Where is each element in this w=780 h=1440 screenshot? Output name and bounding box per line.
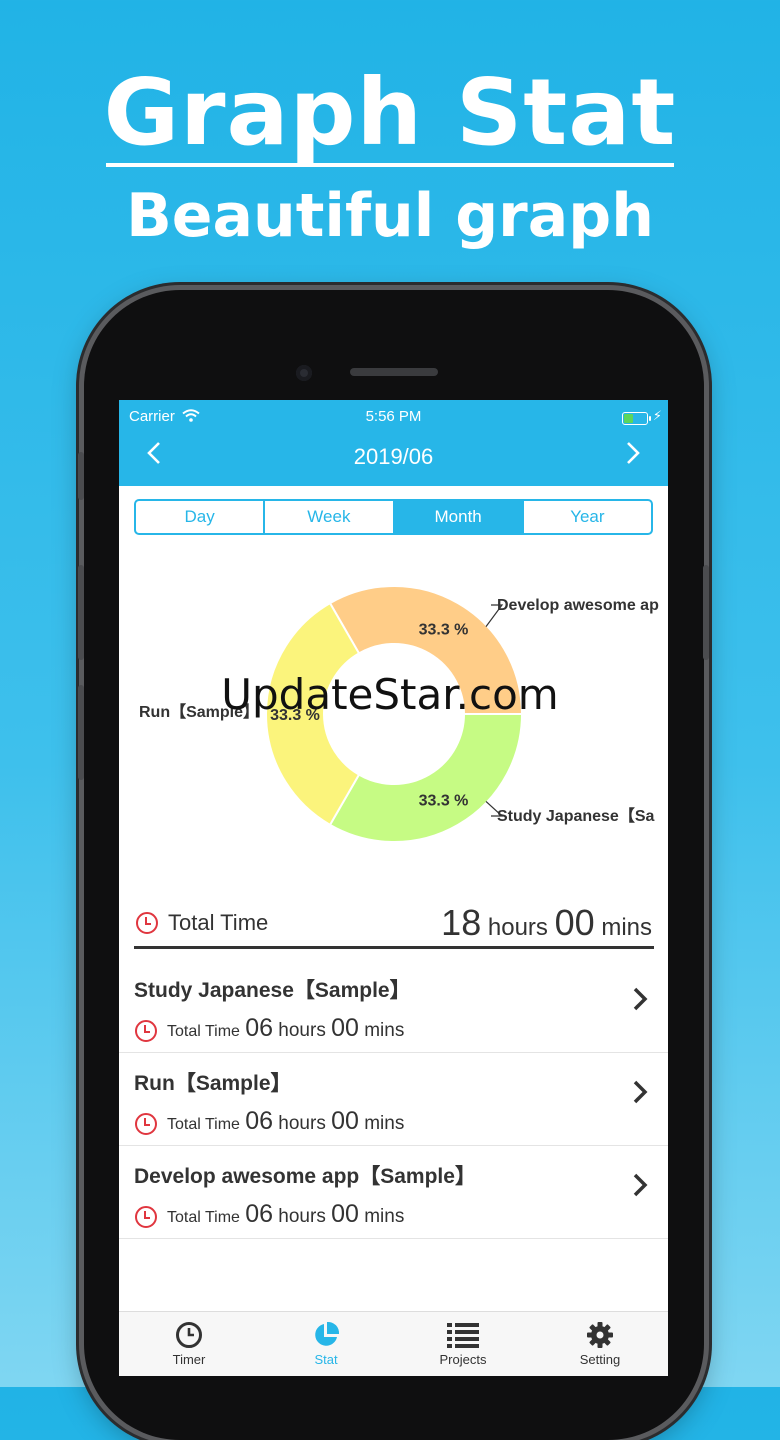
donut-slice-name: Study Japanese【Sa xyxy=(497,807,655,825)
project-row-develop-app[interactable]: Develop awesome app【Sample】 Total Time 0… xyxy=(119,1146,668,1239)
segment-year[interactable]: Year xyxy=(524,501,651,533)
segment-day[interactable]: Day xyxy=(136,501,266,533)
tab-timer-label: Timer xyxy=(172,1352,206,1367)
project-mins: 00 xyxy=(331,1014,359,1042)
promo-subtitle: Beautiful graph xyxy=(126,181,654,251)
tab-projects[interactable]: Projects xyxy=(403,1318,523,1367)
project-hours-unit: hours xyxy=(278,1206,326,1227)
project-row-run[interactable]: Run【Sample】 Total Time 06 hours 00 mins xyxy=(119,1053,668,1146)
total-mins: 00 xyxy=(554,902,595,943)
project-list: Study Japanese【Sample】 Total Time 06 hou… xyxy=(119,960,668,1239)
project-mins-unit: mins xyxy=(364,1020,405,1041)
chevron-right-icon xyxy=(632,1079,648,1113)
status-bar: Carrier 5:56 PM ⚡ xyxy=(119,406,668,428)
chevron-right-icon xyxy=(627,442,640,464)
project-hours-unit: hours xyxy=(278,1113,326,1134)
tab-setting-label: Setting xyxy=(579,1352,621,1367)
tab-stat[interactable]: Stat xyxy=(266,1318,386,1367)
project-name: Develop awesome app【Sample】 xyxy=(134,1165,476,1188)
donut-slice-name: Develop awesome ap xyxy=(497,597,659,614)
clock-icon xyxy=(176,1322,202,1348)
donut-slice-percent: 33.3 % xyxy=(419,621,469,638)
project-mins: 00 xyxy=(331,1107,359,1135)
next-month-button[interactable] xyxy=(626,436,640,472)
project-mins-unit: mins xyxy=(364,1113,405,1134)
project-hours: 06 xyxy=(245,1107,274,1135)
segment-week[interactable]: Week xyxy=(265,501,395,533)
power-button xyxy=(703,565,709,660)
app-screen: Carrier 5:56 PM ⚡ 2019/06 Day Week Month… xyxy=(119,400,668,1376)
watermark-text: UpdateStar.com xyxy=(221,670,559,719)
project-mins-unit: mins xyxy=(364,1206,405,1227)
tab-timer[interactable]: Timer xyxy=(129,1318,249,1367)
charging-icon: ⚡ xyxy=(652,408,662,423)
period-segmented-control: Day Week Month Year xyxy=(134,499,653,535)
chevron-right-icon xyxy=(632,986,648,1020)
project-time-label: Total Time xyxy=(167,1023,240,1040)
clock-icon xyxy=(135,1113,157,1135)
gear-icon xyxy=(587,1322,613,1348)
total-hours-unit: hours xyxy=(487,914,548,941)
tab-setting[interactable]: Setting xyxy=(540,1318,660,1367)
total-time-label: Total Time xyxy=(168,910,269,935)
project-row-study-japanese[interactable]: Study Japanese【Sample】 Total Time 06 hou… xyxy=(119,960,668,1053)
donut-slice-study-japanese-sa xyxy=(328,713,524,843)
tab-projects-label: Projects xyxy=(439,1352,487,1367)
battery-icon xyxy=(622,412,651,425)
total-mins-unit: mins xyxy=(601,914,652,941)
clock-icon xyxy=(135,1020,157,1042)
total-hours: 18 xyxy=(441,902,482,943)
mute-switch xyxy=(78,452,84,500)
period-title: 2019/06 xyxy=(353,444,434,469)
front-camera xyxy=(296,365,312,381)
project-name: Run【Sample】 xyxy=(134,1072,292,1095)
earpiece-speaker xyxy=(350,368,438,376)
project-mins: 00 xyxy=(331,1200,359,1228)
navigation-bar: Carrier 5:56 PM ⚡ 2019/06 xyxy=(119,400,668,486)
total-time-row: Total Time 18 hours 00 mins xyxy=(134,900,654,949)
project-time: Total Time 06 hours 00 mins xyxy=(167,1200,404,1229)
tab-bar: Timer Stat Projects Setting xyxy=(119,1311,668,1376)
donut-slice-percent: 33.3 % xyxy=(419,793,469,810)
project-hours: 06 xyxy=(245,1200,274,1228)
project-time-label: Total Time xyxy=(167,1116,240,1133)
tab-stat-label: Stat xyxy=(314,1352,338,1367)
project-time: Total Time 06 hours 00 mins xyxy=(167,1107,404,1136)
list-icon xyxy=(447,1323,479,1348)
volume-up-button xyxy=(78,565,84,660)
status-time: 5:56 PM xyxy=(365,408,422,425)
project-time: Total Time 06 hours 00 mins xyxy=(167,1014,404,1043)
clock-icon xyxy=(135,1206,157,1228)
promo-title: Graph Stat xyxy=(103,59,677,166)
pie-chart-icon xyxy=(315,1321,340,1346)
project-name: Study Japanese【Sample】 xyxy=(134,979,411,1002)
promo-underline xyxy=(106,163,674,167)
chevron-right-icon xyxy=(632,1172,648,1206)
project-hours: 06 xyxy=(245,1014,274,1042)
project-hours-unit: hours xyxy=(278,1020,326,1041)
project-time-label: Total Time xyxy=(167,1209,240,1226)
clock-icon xyxy=(136,912,158,934)
total-time-value: 18 hours 00 mins xyxy=(441,902,652,944)
segment-month[interactable]: Month xyxy=(394,501,524,533)
